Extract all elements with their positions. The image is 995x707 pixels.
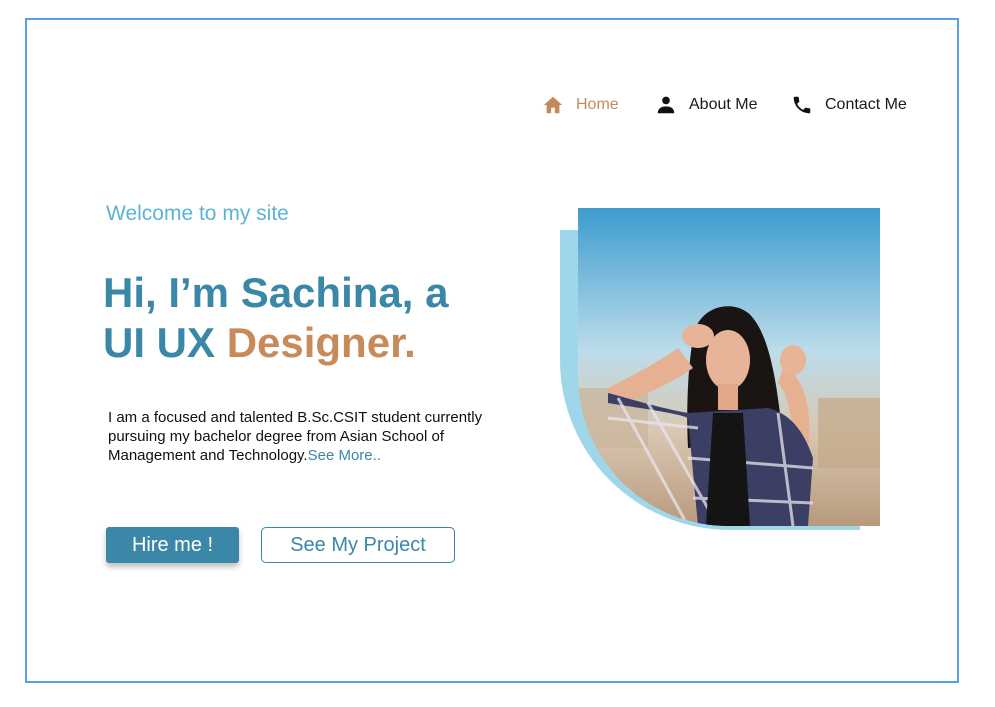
- nav-item-contact[interactable]: Contact Me: [791, 90, 907, 120]
- see-more-link[interactable]: See More..: [308, 447, 381, 464]
- intro-paragraph: I am a focused and talented B.Sc.CSIT st…: [108, 408, 508, 465]
- nav-item-home[interactable]: Home: [542, 90, 619, 120]
- nav-label-about: About Me: [689, 96, 758, 113]
- headline-line2-prefix: UI UX: [103, 319, 227, 366]
- nav-label-home: Home: [576, 96, 619, 113]
- headline-accent: Designer.: [226, 319, 416, 366]
- headline-line1: Hi, I’m Sachina, a: [103, 269, 449, 316]
- home-icon: [542, 94, 564, 116]
- profile-photo-container: [560, 208, 882, 530]
- nav-item-about[interactable]: About Me: [655, 90, 757, 120]
- welcome-text: Welcome to my site: [106, 202, 289, 225]
- see-project-button[interactable]: See My Project: [261, 527, 455, 563]
- person-icon: [655, 94, 677, 116]
- top-nav: Home About Me Contact Me: [27, 90, 957, 120]
- phone-icon: [791, 94, 813, 116]
- nav-label-contact: Contact Me: [825, 96, 907, 113]
- hero-headline: Hi, I’m Sachina, a UI UX Designer.: [103, 268, 448, 368]
- intro-text: I am a focused and talented B.Sc.CSIT st…: [108, 409, 483, 464]
- profile-photo: [578, 208, 880, 526]
- hire-me-button[interactable]: Hire me !: [106, 527, 239, 563]
